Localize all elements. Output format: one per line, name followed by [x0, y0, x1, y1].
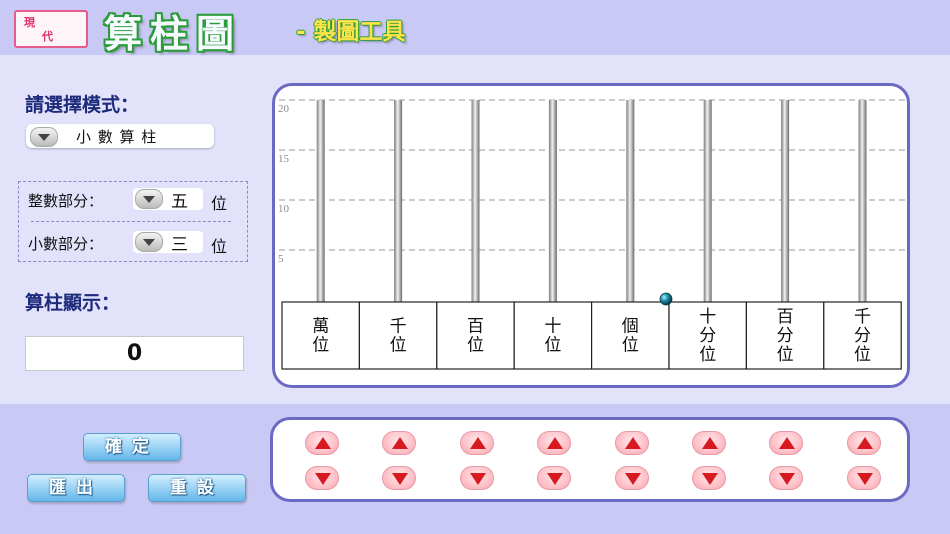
place-value-label: 分 [699, 326, 716, 346]
decrement-button[interactable] [382, 466, 417, 490]
number-display: 0 [25, 336, 244, 371]
adjust-buttons-panel [270, 417, 910, 502]
place-value-label: 分 [777, 326, 794, 346]
mode-value: 小 數 算 柱 [76, 128, 158, 146]
logo-char-2: 代 [42, 30, 53, 43]
rods [316, 100, 867, 302]
display-label: 算柱顯示： [25, 292, 121, 314]
place-value-label: 萬 [312, 317, 329, 337]
divider [31, 221, 231, 222]
grid-lines [279, 99, 907, 251]
decrement-button[interactable] [769, 466, 804, 490]
place-value-labels: 萬位千位百位十位個位十分位百分位千分位 [281, 301, 902, 370]
reset-button[interactable]: 重設 [148, 474, 246, 502]
abacus-rod [394, 100, 403, 302]
logo: 現 代 [14, 10, 88, 48]
abacus-rod [858, 100, 867, 302]
decrement-button[interactable] [614, 466, 649, 490]
increment-button[interactable] [459, 431, 494, 455]
increment-button[interactable] [305, 431, 339, 455]
place-value-label: 位 [390, 336, 407, 356]
place-value-label: 個 [622, 317, 639, 337]
place-value-label: 位 [777, 345, 794, 365]
place-value-label: 位 [854, 345, 871, 365]
integer-digits-value: 五 [171, 192, 188, 212]
abacus-rod [316, 100, 325, 302]
integer-unit: 位 [211, 194, 228, 213]
abacus-chart: 2015105 萬位千位百位十位個位十分位百分位千分位 [278, 99, 907, 370]
mode-label: 請選擇模式： [25, 94, 140, 116]
place-value-label: 千 [390, 317, 407, 337]
mode-dropdown[interactable]: 小 數 算 柱 [26, 124, 214, 148]
abacus-chart-panel: 20 15 10 5 萬位千位百位十位個位十分位百分位千分位 [272, 83, 910, 388]
place-value-label: 位 [467, 336, 484, 356]
decrement-button[interactable] [459, 466, 494, 490]
y-tick-label: 5 [278, 253, 284, 265]
decrement-button[interactable] [846, 466, 881, 490]
abacus-rod [703, 100, 712, 302]
place-value-label: 位 [544, 336, 561, 356]
digit-options-box: 整數部分： 五 位 小數部分： 三 位 [18, 181, 248, 262]
place-value-label: 位 [312, 336, 329, 356]
place-value-label: 百 [777, 307, 794, 327]
y-tick-label: 10 [278, 203, 290, 215]
y-axis-ticks: 20 15 10 5 [278, 103, 290, 265]
decrement-button[interactable] [537, 466, 572, 490]
decrement-button[interactable] [692, 466, 726, 490]
integer-digits-dropdown[interactable]: 五 [133, 188, 203, 212]
abacus-rod [548, 100, 557, 302]
place-value-label: 分 [854, 326, 871, 346]
chevron-down-icon[interactable] [135, 189, 163, 209]
decimal-digits-dropdown[interactable]: 三 [133, 231, 203, 255]
decrement-button[interactable] [305, 466, 339, 490]
chevron-down-icon[interactable] [135, 232, 163, 252]
app-title: 算柱圖 [104, 12, 243, 56]
increment-button[interactable] [537, 431, 572, 455]
confirm-button[interactable]: 確定 [83, 433, 181, 461]
y-tick-label: 20 [278, 103, 290, 115]
y-tick-label: 15 [278, 153, 290, 165]
chevron-down-icon[interactable] [30, 127, 58, 147]
integer-part-label: 整數部分： [28, 192, 104, 210]
increment-button[interactable] [692, 431, 726, 455]
decimal-digits-value: 三 [171, 235, 188, 255]
increment-button[interactable] [382, 431, 417, 455]
export-button[interactable]: 匯出 [27, 474, 125, 502]
decimal-unit: 位 [211, 237, 228, 256]
place-value-label: 十 [544, 317, 561, 337]
decimal-point-bead [659, 292, 673, 306]
increment-button[interactable] [614, 431, 649, 455]
place-value-label: 十 [699, 307, 716, 327]
app-subtitle: - 製圖工具 [296, 19, 406, 45]
place-value-label: 百 [467, 317, 484, 337]
decimal-part-label: 小數部分： [28, 235, 104, 253]
place-value-label: 位 [622, 336, 639, 356]
abacus-rod [781, 100, 790, 302]
title-bar: 現 代 算柱圖 - 製圖工具 [0, 0, 950, 56]
increment-button[interactable] [846, 431, 881, 455]
place-value-label: 位 [699, 345, 716, 365]
abacus-rod [626, 100, 635, 302]
abacus-rod [471, 100, 480, 302]
logo-char-1: 現 [24, 16, 35, 29]
increment-button[interactable] [769, 431, 804, 455]
place-value-label: 千 [854, 307, 871, 327]
